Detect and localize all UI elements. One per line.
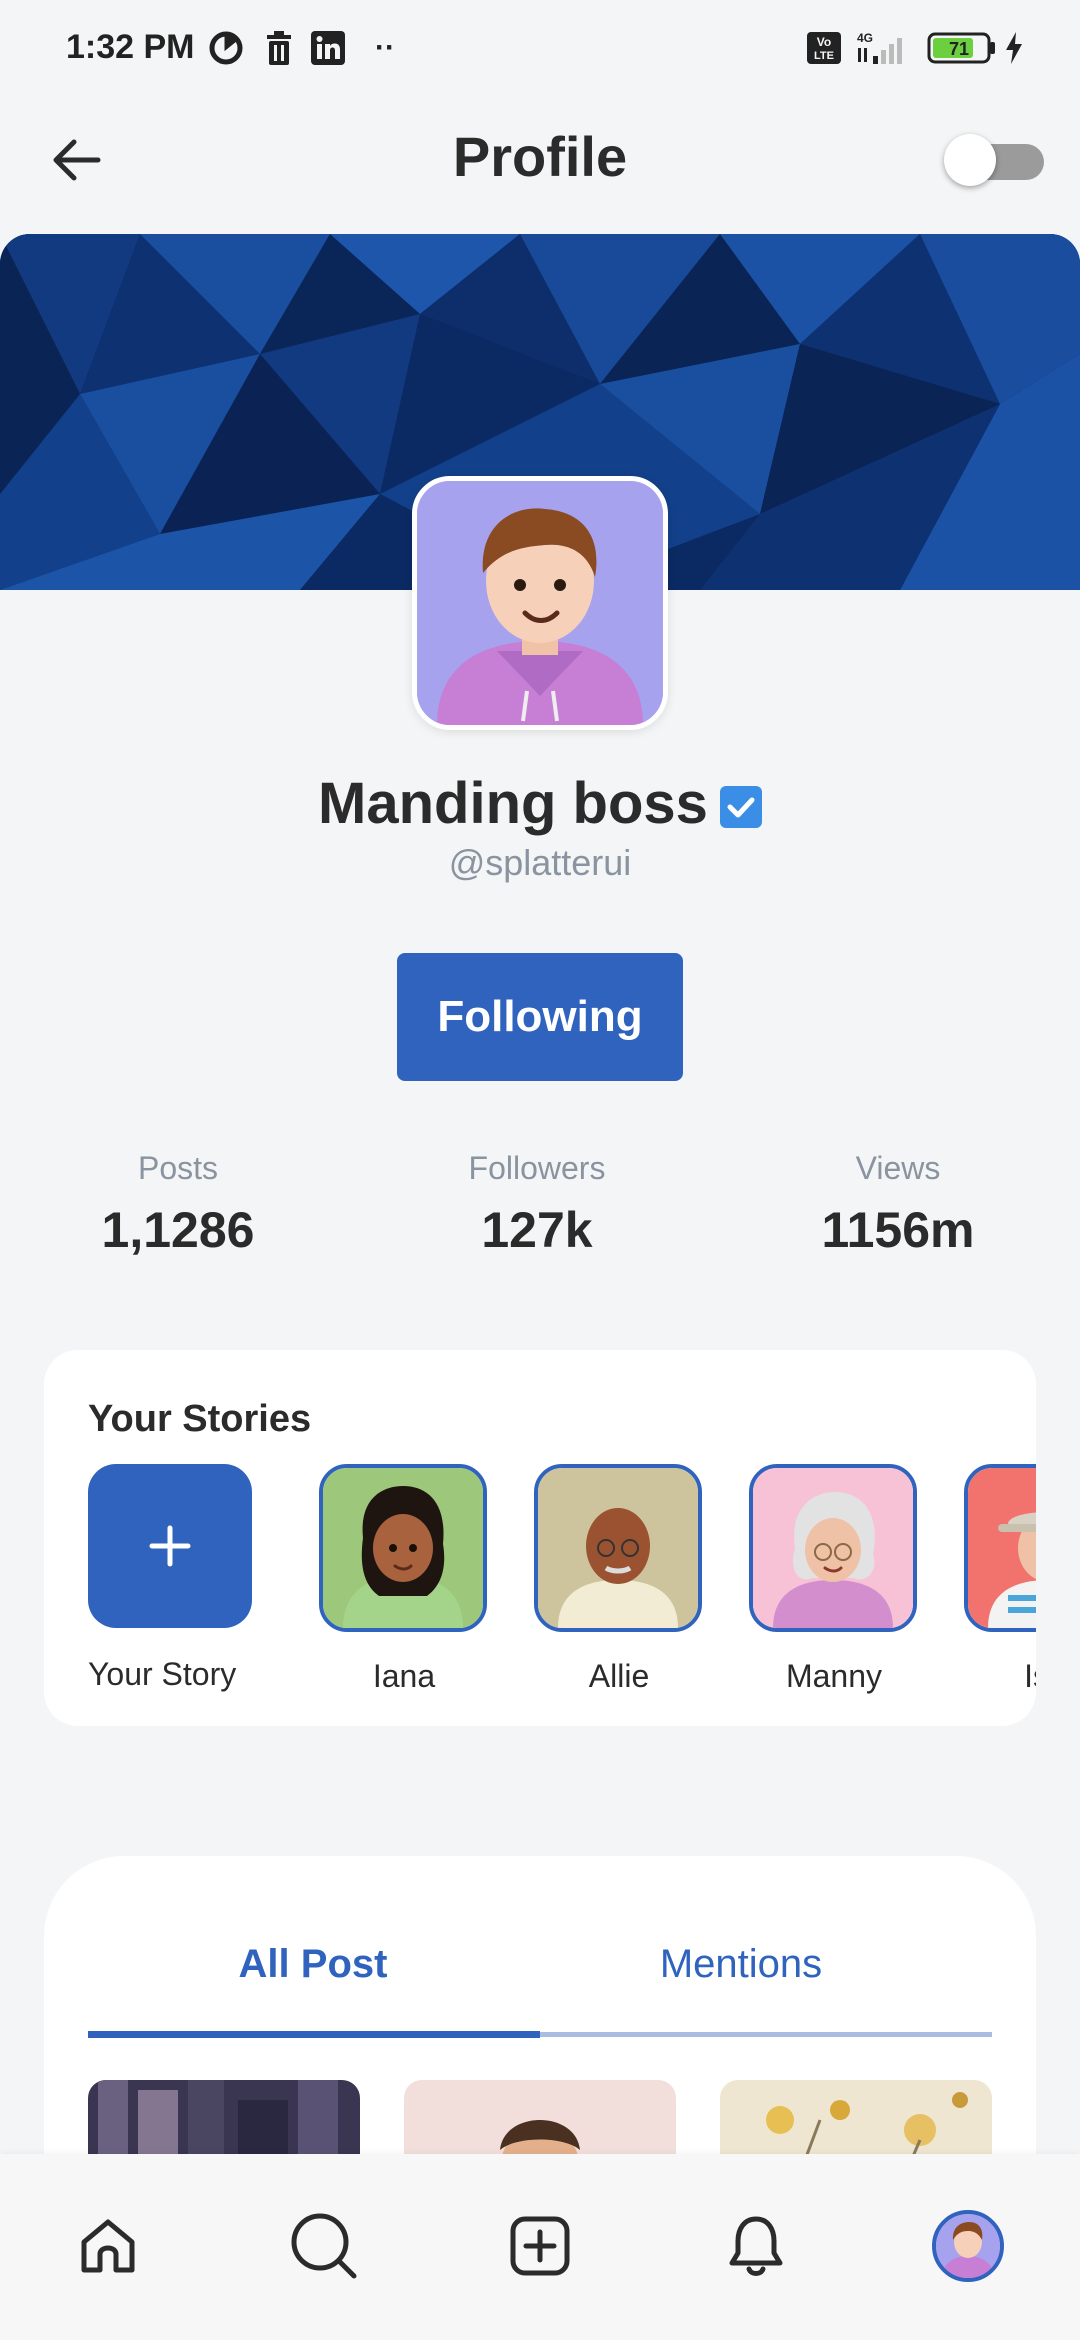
story-item[interactable]: Isal <box>964 1464 1036 1695</box>
profile-avatar[interactable] <box>412 476 668 730</box>
nav-notifications[interactable] <box>716 2206 796 2286</box>
profile-name-row: Manding boss <box>0 770 1080 837</box>
svg-text:Vo: Vo <box>817 35 831 49</box>
stat-value: 127k <box>481 1202 593 1258</box>
theme-toggle[interactable] <box>944 134 1044 186</box>
stories-card: Your Stories Your Story Iana Allie Manny… <box>44 1350 1036 1726</box>
battery-level: 71 <box>949 39 969 59</box>
svg-text:4G: 4G <box>857 31 873 45</box>
svg-text:LTE: LTE <box>814 50 834 62</box>
status-time: 1:32 PM <box>66 28 195 66</box>
add-story-button[interactable] <box>88 1464 252 1628</box>
story-avatar[interactable] <box>749 1464 917 1632</box>
stat-views: Views 1156m <box>748 1150 1048 1259</box>
story-label: Allie <box>588 1658 650 1694</box>
story-label: Isal <box>1024 1658 1036 1694</box>
add-post-icon <box>510 2216 570 2276</box>
stat-value: 1,1286 <box>101 1202 255 1258</box>
signal-icon: 4G <box>854 28 916 68</box>
charging-icon <box>1002 28 1026 68</box>
plus-icon <box>149 1525 191 1567</box>
page-title: Profile <box>452 125 628 188</box>
trash-icon <box>262 28 296 68</box>
story-avatar[interactable] <box>964 1464 1036 1632</box>
story-item[interactable]: Iana <box>319 1464 489 1695</box>
toggle-knob <box>944 134 996 186</box>
story-label: Your Story <box>88 1656 237 1692</box>
linkedin-icon <box>308 28 348 68</box>
bottom-nav <box>0 2154 1080 2340</box>
tab-underline-active <box>88 2031 540 2038</box>
stories-title: Your Stories <box>88 1398 312 1440</box>
stat-value: 1156m <box>821 1202 975 1258</box>
story-add[interactable]: Your Story <box>88 1464 258 1693</box>
profile-name: Manding boss <box>318 771 708 836</box>
nav-search[interactable] <box>284 2206 364 2286</box>
volte-icon: Vo LTE <box>806 28 842 68</box>
bell-icon <box>729 2216 783 2276</box>
nav-add-post[interactable] <box>500 2206 580 2286</box>
story-avatar[interactable] <box>534 1464 702 1632</box>
nav-home[interactable] <box>68 2206 148 2286</box>
story-avatar[interactable] <box>319 1464 487 1632</box>
nav-profile-avatar[interactable] <box>932 2210 1004 2282</box>
stat-followers[interactable]: Followers 127k <box>387 1150 687 1259</box>
stat-label: Posts <box>137 1150 219 1186</box>
more-notifications: ·· <box>375 31 395 64</box>
story-item[interactable]: Manny <box>749 1464 919 1695</box>
stat-posts: Posts 1,1286 <box>28 1150 328 1259</box>
story-item[interactable]: Allie <box>534 1464 704 1695</box>
stat-label: Followers <box>468 1150 606 1186</box>
search-icon <box>291 2213 357 2279</box>
battery-icon: 71 <box>926 28 998 68</box>
tab-all-post[interactable]: All Post <box>88 1942 538 1987</box>
top-bar: Profile <box>0 110 1080 210</box>
story-label: Iana <box>372 1658 436 1694</box>
status-bar: 1:32 PM ·· Vo LTE 4G 71 <box>0 0 1080 100</box>
sync-icon <box>206 28 246 68</box>
story-label: Manny <box>785 1658 883 1694</box>
following-button[interactable]: Following <box>397 953 683 1081</box>
stat-label: Views <box>855 1150 941 1186</box>
tab-mentions[interactable]: Mentions <box>516 1942 966 1987</box>
profile-handle: @splatterui <box>448 842 632 883</box>
verified-badge-icon <box>719 785 762 828</box>
home-icon <box>81 2219 135 2273</box>
